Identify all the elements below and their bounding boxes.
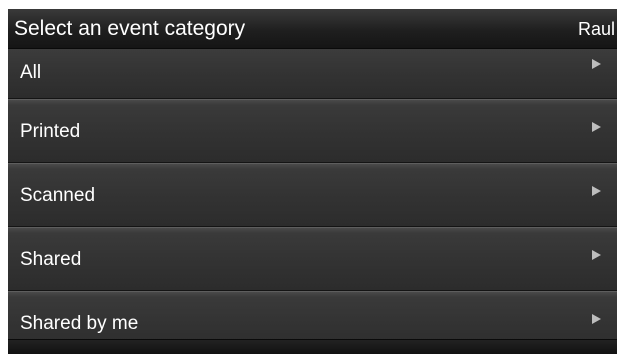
chevron-right-icon — [592, 186, 601, 196]
category-label: All — [20, 62, 42, 83]
category-item-shared[interactable]: Shared — [8, 227, 617, 291]
category-label: Shared — [20, 249, 82, 270]
category-item-scanned[interactable]: Scanned — [8, 163, 617, 227]
chevron-right-icon — [592, 250, 601, 260]
footer-bar — [8, 339, 617, 354]
chevron-right-icon — [592, 59, 601, 69]
header-bar: Select an event category Raul — [8, 9, 617, 49]
category-label: Printed — [20, 121, 81, 142]
category-list: All Printed Scanned Shared Shared by me — [8, 49, 617, 354]
user-name[interactable]: Raul — [578, 19, 615, 40]
chevron-right-icon — [592, 122, 601, 132]
category-item-printed[interactable]: Printed — [8, 99, 617, 163]
category-item-all[interactable]: All — [8, 49, 617, 99]
page-title: Select an event category — [14, 17, 246, 40]
event-category-screen: Select an event category Raul All Printe… — [8, 9, 617, 354]
category-label: Scanned — [20, 185, 96, 206]
chevron-right-icon — [592, 314, 601, 324]
category-label: Shared by me — [20, 313, 139, 334]
